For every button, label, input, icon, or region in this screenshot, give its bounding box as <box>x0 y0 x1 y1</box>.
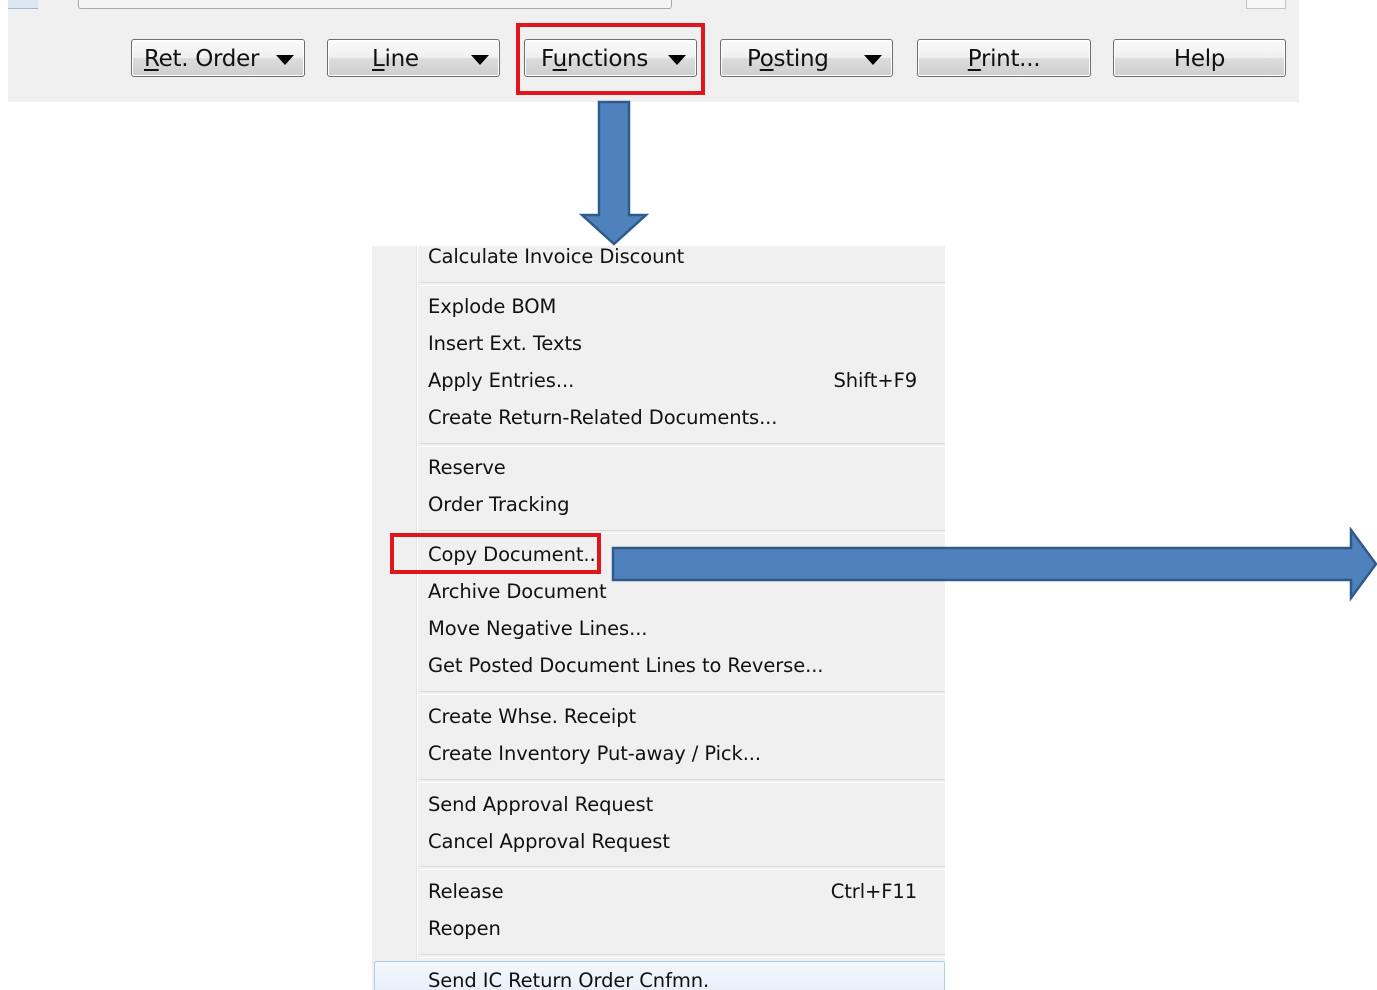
menu-item-label: Cancel Approval Request <box>428 830 670 853</box>
menu-item-move-negative-lines[interactable]: Move Negative Lines... <box>372 610 945 647</box>
menu-item-label: Send IC Return Order Cnfmn. <box>428 969 710 990</box>
menu-item-label: Archive Document <box>428 580 607 603</box>
menu-item-label: Release <box>428 880 504 903</box>
menu-item-label: Order Tracking <box>428 493 570 516</box>
line-button[interactable]: Line <box>327 39 500 77</box>
menu-item-reserve[interactable]: Reserve <box>372 449 945 486</box>
menu-item-label: Get Posted Document Lines to Reverse... <box>428 654 824 677</box>
menu-item-order-tracking[interactable]: Order Tracking <box>372 486 945 523</box>
menu-item-label: Send Approval Request <box>428 793 654 816</box>
menu-separator <box>420 691 945 695</box>
chevron-down-icon <box>864 55 882 65</box>
functions-menu: Calculate Invoice Discount Explode BOM I… <box>372 246 945 990</box>
menu-item-label: Create Return-Related Documents... <box>428 406 778 429</box>
menu-item-send-ic-return-order-cnfmn[interactable]: Send IC Return Order Cnfmn. <box>374 961 945 990</box>
menu-separator <box>420 779 945 783</box>
menu-separator <box>420 443 945 447</box>
menu-item-get-posted-document-lines[interactable]: Get Posted Document Lines to Reverse... <box>372 647 945 684</box>
print-label: Print... <box>967 46 1041 72</box>
window-edge <box>78 0 672 9</box>
chevron-down-icon <box>276 55 294 65</box>
menu-separator <box>420 866 945 870</box>
menu-item-create-whse-receipt[interactable]: Create Whse. Receipt <box>372 698 945 735</box>
window-edge-right <box>1246 0 1286 9</box>
menu-separator <box>420 282 945 286</box>
menu-item-label: Insert Ext. Texts <box>428 332 582 355</box>
menu-item-shortcut: Ctrl+F11 <box>830 880 917 903</box>
menu-item-label: Reserve <box>428 456 506 479</box>
window-edge-left <box>8 0 38 9</box>
menu-item-reopen[interactable]: Reopen <box>372 910 945 947</box>
copy-document-highlight <box>390 533 601 574</box>
posting-label: Posting <box>747 46 829 72</box>
print-button[interactable]: Print... <box>917 39 1091 77</box>
menu-item-label: Reopen <box>428 917 501 940</box>
menu-item-send-approval-request[interactable]: Send Approval Request <box>372 786 945 823</box>
ret-order-button[interactable]: Ret. Order <box>131 39 305 77</box>
chevron-down-icon <box>471 55 489 65</box>
menu-item-label: Apply Entries... <box>428 369 575 392</box>
menu-item-create-return-related-documents[interactable]: Create Return-Related Documents... <box>372 399 945 436</box>
menu-item-create-inventory-put-away-pick[interactable]: Create Inventory Put-away / Pick... <box>372 735 945 772</box>
menu-item-calculate-invoice-discount[interactable]: Calculate Invoice Discount <box>372 246 945 275</box>
menu-item-label: Create Inventory Put-away / Pick... <box>428 742 761 765</box>
menu-item-explode-bom[interactable]: Explode BOM <box>372 288 945 325</box>
menu-item-apply-entries[interactable]: Apply Entries... Shift+F9 <box>372 362 945 399</box>
menu-item-label: Move Negative Lines... <box>428 617 648 640</box>
menu-item-label: Create Whse. Receipt <box>428 705 637 728</box>
menu-item-cancel-approval-request[interactable]: Cancel Approval Request <box>372 823 945 860</box>
line-label: Line <box>372 46 419 72</box>
menu-item-label: Explode BOM <box>428 295 557 318</box>
help-button[interactable]: Help <box>1113 39 1286 77</box>
functions-highlight <box>516 23 705 95</box>
posting-button[interactable]: Posting <box>720 39 893 77</box>
menu-item-insert-ext-texts[interactable]: Insert Ext. Texts <box>372 325 945 362</box>
arrow-down-icon <box>578 100 650 246</box>
ret-order-label: Ret. Order <box>144 46 260 72</box>
menu-separator <box>420 954 945 958</box>
menu-item-shortcut: Shift+F9 <box>833 369 918 392</box>
menu-item-label: Calculate Invoice Discount <box>428 246 685 268</box>
menu-item-release[interactable]: Release Ctrl+F11 <box>372 873 945 910</box>
arrow-right-icon <box>611 527 1377 602</box>
help-label: Help <box>1173 46 1226 72</box>
